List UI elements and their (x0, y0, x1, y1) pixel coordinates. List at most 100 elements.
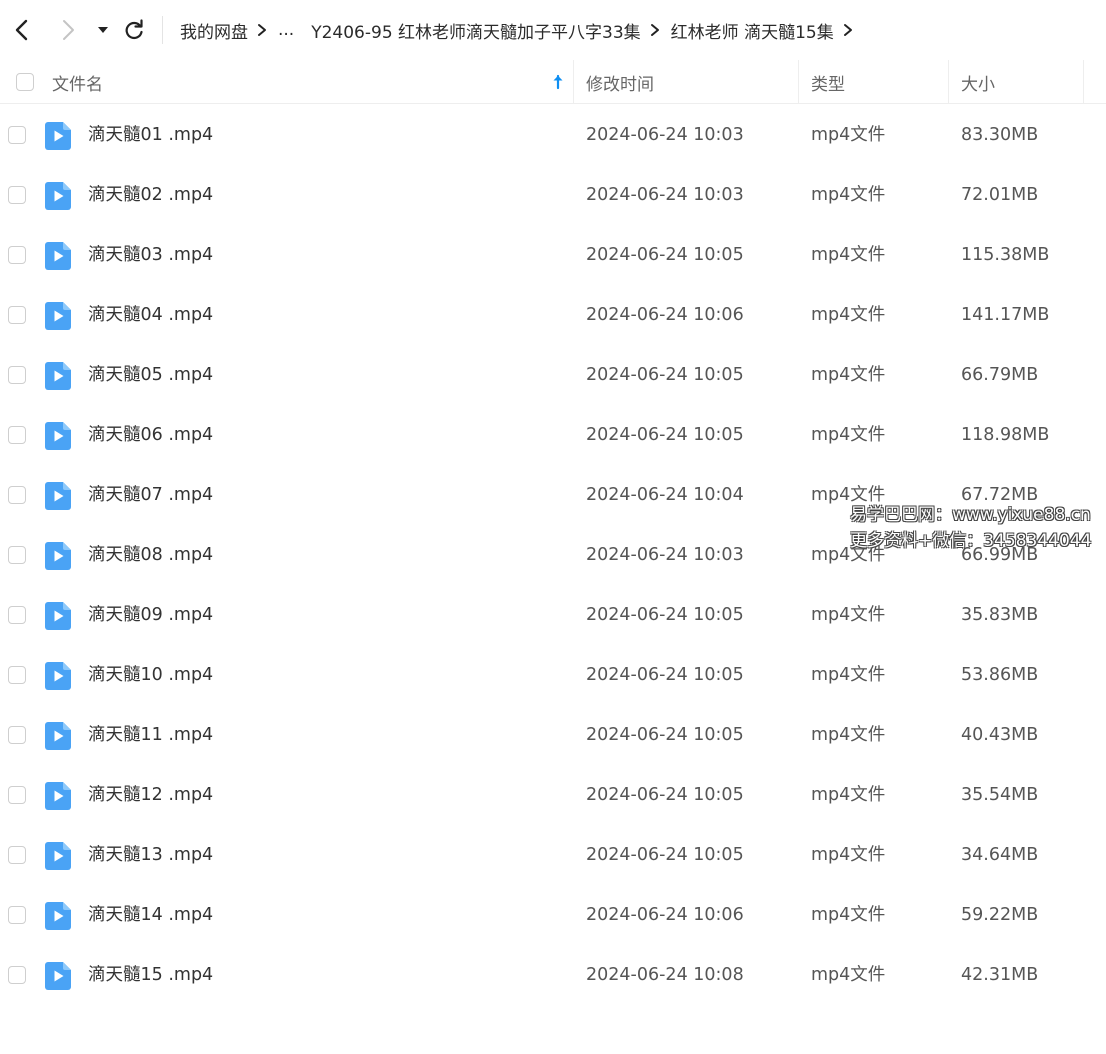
chevron-right-icon (257, 23, 267, 37)
breadcrumb-current[interactable]: 红林老师 滴天髓15集 (671, 18, 834, 43)
file-name[interactable]: 滴天髓05 .mp4 (88, 345, 213, 405)
breadcrumb-ellipsis[interactable]: ... (278, 20, 294, 40)
file-modified-time: 2024-06-24 10:06 (586, 905, 744, 925)
file-size: 53.86MB (961, 665, 1039, 685)
row-checkbox[interactable] (8, 546, 26, 564)
column-header-type[interactable]: 类型 (811, 60, 845, 104)
file-size: 59.22MB (961, 905, 1039, 925)
file-name[interactable]: 滴天髓13 .mp4 (88, 825, 213, 885)
file-name[interactable]: 滴天髓14 .mp4 (88, 885, 213, 945)
file-name[interactable]: 滴天髓08 .mp4 (88, 525, 213, 585)
file-row[interactable]: 滴天髓10 .mp4 2024-06-24 10:05 mp4文件 53.86M… (0, 645, 1106, 705)
caret-down-icon (98, 27, 108, 33)
refresh-button[interactable] (116, 12, 152, 48)
file-row[interactable]: 滴天髓11 .mp4 2024-06-24 10:05 mp4文件 40.43M… (0, 705, 1106, 765)
file-name[interactable]: 滴天髓02 .mp4 (88, 165, 213, 225)
row-checkbox[interactable] (8, 486, 26, 504)
file-type: mp4文件 (811, 725, 886, 745)
file-modified-time: 2024-06-24 10:05 (586, 605, 744, 625)
file-name[interactable]: 滴天髓03 .mp4 (88, 225, 213, 285)
file-row[interactable]: 滴天髓12 .mp4 2024-06-24 10:05 mp4文件 35.54M… (0, 765, 1106, 825)
row-checkbox[interactable] (8, 846, 26, 864)
row-checkbox[interactable] (8, 126, 26, 144)
file-row[interactable]: 滴天髓01 .mp4 2024-06-24 10:03 mp4文件 83.30M… (0, 105, 1106, 165)
row-checkbox[interactable] (8, 666, 26, 684)
file-row[interactable]: 滴天髓02 .mp4 2024-06-24 10:03 mp4文件 72.01M… (0, 165, 1106, 225)
file-modified-time: 2024-06-24 10:06 (586, 305, 744, 325)
file-type: mp4文件 (811, 305, 886, 325)
file-row[interactable]: 滴天髓04 .mp4 2024-06-24 10:06 mp4文件 141.17… (0, 285, 1106, 345)
arrow-up-icon (553, 74, 563, 90)
file-modified-time: 2024-06-24 10:05 (586, 365, 744, 385)
row-checkbox[interactable] (8, 426, 26, 444)
row-checkbox[interactable] (8, 966, 26, 984)
nav-divider (162, 16, 163, 44)
column-header-size[interactable]: 大小 (961, 60, 995, 104)
column-divider (573, 60, 574, 103)
row-checkbox[interactable] (8, 186, 26, 204)
video-file-icon (45, 542, 71, 570)
file-name[interactable]: 滴天髓15 .mp4 (88, 945, 213, 1005)
file-name[interactable]: 滴天髓07 .mp4 (88, 465, 213, 525)
file-size: 72.01MB (961, 185, 1039, 205)
row-checkbox[interactable] (8, 906, 26, 924)
video-file-icon (45, 902, 71, 930)
video-file-icon (45, 122, 71, 150)
file-modified-time: 2024-06-24 10:04 (586, 485, 744, 505)
file-name[interactable]: 滴天髓12 .mp4 (88, 765, 213, 825)
file-name[interactable]: 滴天髓09 .mp4 (88, 585, 213, 645)
video-file-icon (45, 602, 71, 630)
file-row[interactable]: 滴天髓06 .mp4 2024-06-24 10:05 mp4文件 118.98… (0, 405, 1106, 465)
column-type-label: 类型 (811, 74, 845, 95)
column-divider (1083, 60, 1084, 103)
file-name[interactable]: 滴天髓01 .mp4 (88, 105, 213, 165)
back-button[interactable] (4, 12, 40, 48)
file-size: 35.83MB (961, 605, 1039, 625)
file-size: 83.30MB (961, 125, 1039, 145)
select-all-checkbox[interactable] (16, 73, 34, 91)
video-file-icon (45, 722, 71, 750)
video-file-icon (45, 422, 71, 450)
history-dropdown-button[interactable] (86, 12, 120, 48)
file-row[interactable]: 滴天髓15 .mp4 2024-06-24 10:08 mp4文件 42.31M… (0, 945, 1106, 1005)
video-file-icon (45, 662, 71, 690)
video-file-icon (45, 242, 71, 270)
file-type: mp4文件 (811, 905, 886, 925)
file-list-header: 文件名 修改时间 类型 大小 (0, 60, 1106, 104)
video-file-icon (45, 302, 71, 330)
file-row[interactable]: 滴天髓14 .mp4 2024-06-24 10:06 mp4文件 59.22M… (0, 885, 1106, 945)
top-nav: 我的网盘 ... Y2406-95 红林老师滴天髓加子平八字33集 红林老师 滴… (0, 0, 1106, 60)
file-name[interactable]: 滴天髓06 .mp4 (88, 405, 213, 465)
file-modified-time: 2024-06-24 10:05 (586, 845, 744, 865)
column-divider (948, 60, 949, 103)
video-file-icon (45, 782, 71, 810)
file-name[interactable]: 滴天髓11 .mp4 (88, 705, 213, 765)
file-row[interactable]: 滴天髓09 .mp4 2024-06-24 10:05 mp4文件 35.83M… (0, 585, 1106, 645)
breadcrumb-root[interactable]: 我的网盘 (180, 18, 248, 43)
row-checkbox[interactable] (8, 786, 26, 804)
row-checkbox[interactable] (8, 606, 26, 624)
file-type: mp4文件 (811, 365, 886, 385)
row-checkbox[interactable] (8, 366, 26, 384)
column-name-label: 文件名 (52, 74, 103, 95)
row-checkbox[interactable] (8, 726, 26, 744)
file-row[interactable]: 滴天髓13 .mp4 2024-06-24 10:05 mp4文件 34.64M… (0, 825, 1106, 885)
file-row[interactable]: 滴天髓03 .mp4 2024-06-24 10:05 mp4文件 115.38… (0, 225, 1106, 285)
column-header-name[interactable]: 文件名 (52, 60, 572, 104)
file-type: mp4文件 (811, 845, 886, 865)
column-header-modified[interactable]: 修改时间 (586, 60, 654, 104)
file-list: 滴天髓01 .mp4 2024-06-24 10:03 mp4文件 83.30M… (0, 105, 1106, 1005)
file-row[interactable]: 滴天髓05 .mp4 2024-06-24 10:05 mp4文件 66.79M… (0, 345, 1106, 405)
refresh-icon (125, 19, 143, 40)
file-name[interactable]: 滴天髓10 .mp4 (88, 645, 213, 705)
row-checkbox[interactable] (8, 306, 26, 324)
file-modified-time: 2024-06-24 10:03 (586, 185, 744, 205)
watermark: 易学巴巴网：www.yixue88.cn 更多资料+微信：3458344044 (850, 502, 1100, 554)
file-type: mp4文件 (811, 185, 886, 205)
forward-button[interactable] (50, 12, 86, 48)
row-checkbox[interactable] (8, 246, 26, 264)
file-type: mp4文件 (811, 245, 886, 265)
file-name[interactable]: 滴天髓04 .mp4 (88, 285, 213, 345)
breadcrumb-parent[interactable]: Y2406-95 红林老师滴天髓加子平八字33集 (311, 18, 640, 43)
file-modified-time: 2024-06-24 10:05 (586, 665, 744, 685)
